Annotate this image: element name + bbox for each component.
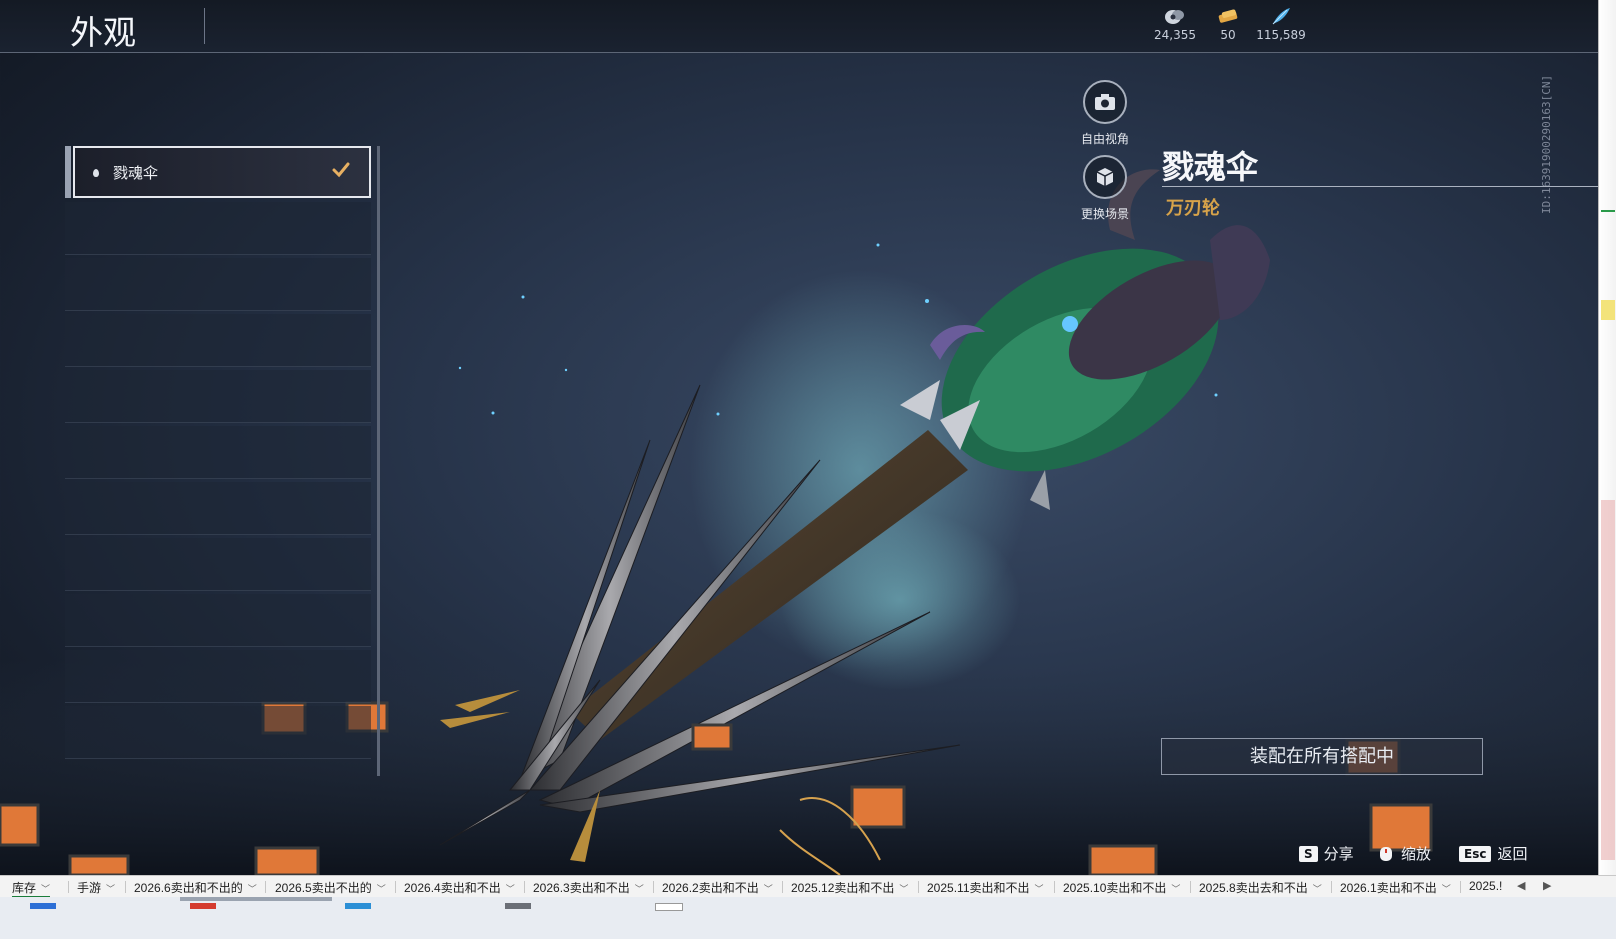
empty-slot (65, 650, 371, 703)
camera-icon (1095, 94, 1115, 110)
change-scene-label: 更换场景 (1080, 207, 1129, 221)
sheet-tab[interactable]: 库存 ﹀ (12, 879, 51, 898)
currency-tickets-value: 50 (1220, 28, 1236, 42)
equip-all-outfits-button[interactable]: 装配在所有搭配中 (1161, 738, 1483, 775)
taskbar-app-icon[interactable] (190, 903, 216, 909)
list-scrollbar[interactable] (377, 146, 380, 776)
sheet-tab[interactable]: 2026.2卖出和不出 ﹀ (662, 879, 773, 896)
zoom-label: 缩放 (1401, 845, 1432, 863)
list-selection-bar (65, 146, 71, 198)
check-icon (332, 162, 350, 178)
empty-slot (65, 706, 371, 759)
droplet-icon (93, 169, 99, 177)
currency-feathers: 115,589 (1241, 6, 1321, 42)
esc-key: Esc (1459, 845, 1492, 862)
empty-slot (65, 594, 371, 647)
sheet-tab[interactable]: 2025.11卖出和不出 ﹀ (927, 879, 1044, 896)
back-hint[interactable]: Esc 返回 (1459, 843, 1527, 864)
free-camera-label: 自由视角 (1080, 132, 1129, 146)
title-divider (204, 8, 205, 44)
empty-slot (65, 538, 371, 591)
share-key: S (1299, 845, 1318, 862)
sheet-tab[interactable]: 手游 ﹀ (77, 879, 115, 896)
skin-list-item[interactable]: 戮魂伞 (73, 146, 371, 198)
item-subtitle: 万刃轮 (1166, 198, 1220, 219)
empty-slot (65, 314, 371, 367)
feather-icon (1272, 8, 1290, 25)
sheet-tab[interactable]: 2026.1卖出和不出 ﹀ (1340, 879, 1451, 896)
skin-list-item-label: 戮魂伞 (113, 164, 159, 182)
sheet-tab[interactable]: 2026.4卖出和不出 ﹀ (404, 879, 515, 896)
empty-slot (65, 202, 371, 255)
change-scene-button[interactable]: 更换场景 (1078, 155, 1132, 222)
share-label: 分享 (1323, 845, 1354, 863)
top-bar: 外观 24,355 50 115,589 (0, 0, 1598, 53)
sheet-tab[interactable]: 2025.8卖出去和不出 ﹀ (1199, 879, 1322, 896)
sheet-tab[interactable]: 2025.12卖出和不出 ﹀ (791, 879, 908, 896)
empty-slot (65, 482, 371, 535)
currency-feathers-value: 115,589 (1256, 28, 1306, 42)
sheet-tab-bar: 库存 ﹀ 手游 ﹀ 2026.6卖出和不出的 ﹀ 2026.5卖出不出的 ﹀ 2026.… (0, 875, 1616, 898)
skin-list: 戮魂伞 (65, 146, 380, 776)
share-hint[interactable]: S 分享 (1299, 843, 1354, 864)
taskbar-app-icon[interactable] (505, 903, 531, 909)
back-label: 返回 (1497, 845, 1528, 863)
free-camera-button[interactable]: 自由视角 (1078, 80, 1132, 147)
taskbar-app-icon[interactable] (345, 903, 371, 909)
sheet-tab[interactable]: 2026.6卖出和不出的 ﹀ (134, 879, 257, 896)
cube-icon (1096, 168, 1114, 186)
taskbar-active-indicator (180, 897, 332, 901)
ticket-icon (1218, 9, 1238, 23)
sheet-tab[interactable]: 2026.3卖出和不出 ﹀ (533, 879, 644, 896)
mouse-icon (1380, 846, 1392, 861)
taskbar-app-icon[interactable] (655, 903, 683, 911)
item-name-underline (1162, 186, 1598, 187)
sheet-tab[interactable]: 2026.5卖出不出的 ﹀ (275, 879, 386, 896)
sheet-tab[interactable]: 2025.10卖出和不出 ﹀ (1063, 879, 1180, 896)
taskbar (0, 897, 1616, 939)
tab-scroll-left-icon[interactable]: ◀ (1517, 879, 1525, 892)
taskbar-app-icon[interactable] (30, 903, 56, 909)
empty-slot (65, 370, 371, 423)
background-window-edge (1598, 0, 1616, 875)
item-name: 戮魂伞 (1162, 148, 1259, 186)
sheet-tab[interactable]: 2025.! (1469, 879, 1502, 893)
coin-pouch-icon (1165, 10, 1184, 24)
empty-slot (65, 426, 371, 479)
tab-scroll-right-icon[interactable]: ▶ (1543, 879, 1551, 892)
zoom-hint[interactable]: 缩放 (1377, 843, 1431, 864)
client-id-label: ID:16391900290163[CN] (1540, 74, 1553, 214)
empty-slot (65, 258, 371, 311)
page-title: 外观 (70, 13, 136, 52)
